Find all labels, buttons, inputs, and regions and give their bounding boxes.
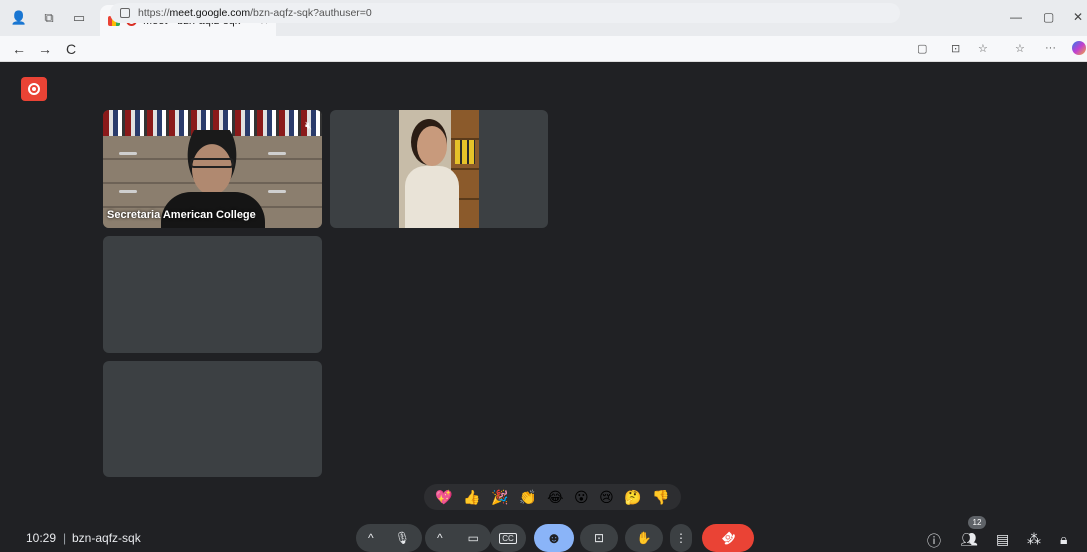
- favorite-star-icon[interactable]: ☆: [978, 42, 988, 55]
- participant-tile-4[interactable]: [103, 361, 322, 477]
- copilot-icon[interactable]: [1072, 41, 1086, 55]
- workspaces-icon[interactable]: ⧉: [38, 7, 60, 29]
- maximize-button[interactable]: ▢: [1043, 10, 1054, 24]
- forward-button[interactable]: →: [32, 41, 58, 57]
- captions-icon: CC: [499, 532, 517, 544]
- camera-icon[interactable]: ▭: [468, 531, 479, 545]
- present-button[interactable]: ⊡: [580, 524, 618, 552]
- close-window-button[interactable]: ✕: [1073, 10, 1083, 24]
- mic-control-group: ^ 🎙: [356, 524, 422, 552]
- back-button[interactable]: ←: [6, 41, 32, 57]
- url-host: meet.google.com: [169, 7, 251, 19]
- audio-options-chevron-icon[interactable]: ^: [368, 531, 374, 545]
- meeting-time: 10:29: [26, 531, 57, 545]
- reactions-bar: 💖 👍 🎉 👏 😂 😮 😢 🤔 👎: [424, 484, 681, 510]
- participant-tile-3[interactable]: [103, 236, 322, 353]
- url-prefix: https://: [138, 7, 170, 19]
- reload-button[interactable]: C: [58, 41, 84, 57]
- reader-icon[interactable]: ⊡: [951, 42, 960, 55]
- meeting-info-icon[interactable]: ⓘ: [927, 531, 941, 551]
- meeting-code: bzn-aqfz-sqk: [72, 531, 141, 545]
- reaction-surprised[interactable]: 😮: [574, 490, 589, 504]
- host-controls-icon[interactable]: 🔒︎: [1060, 531, 1067, 548]
- reaction-laugh[interactable]: 😂: [547, 490, 563, 504]
- camera-control-group: ^ ▭: [425, 524, 491, 552]
- reaction-sad[interactable]: 😢: [599, 490, 614, 504]
- more-options-button[interactable]: ⋮: [670, 524, 692, 552]
- site-info-icon[interactable]: [120, 8, 130, 18]
- minimize-button[interactable]: —: [1010, 10, 1022, 24]
- participant-video: [399, 110, 479, 228]
- participant-name: Secretaria American College: [107, 209, 256, 221]
- mic-off-icon: 🔇︎: [305, 120, 312, 132]
- url-path: /bzn-aqfz-sqk?authuser=0: [250, 7, 372, 19]
- mic-icon[interactable]: 🎙: [395, 531, 410, 545]
- raise-hand-button[interactable]: ✋: [625, 524, 663, 552]
- participant-tile-1[interactable]: 🔇︎ Secretaria American College: [103, 110, 322, 228]
- reaction-thumbs-up[interactable]: 👍: [463, 490, 480, 504]
- participants-count-badge: 12: [968, 516, 986, 529]
- people-icon[interactable]: 👥︎: [960, 531, 978, 548]
- reaction-party[interactable]: 🎉: [491, 490, 508, 504]
- reaction-thumbs-down[interactable]: 👎: [652, 490, 669, 504]
- reaction-thinking[interactable]: 🤔: [624, 490, 641, 504]
- tab-actions-icon[interactable]: ▭: [68, 7, 90, 29]
- end-call-icon: ☎: [717, 527, 739, 549]
- activities-icon[interactable]: ⁂: [1027, 531, 1041, 548]
- address-input[interactable]: https://meet.google.com/bzn-aqfz-sqk?aut…: [110, 3, 900, 23]
- more-vert-icon: ⋮: [675, 531, 687, 545]
- present-icon: ⊡: [593, 531, 605, 545]
- hand-icon: ✋: [636, 531, 652, 545]
- end-call-button[interactable]: ☎: [702, 524, 754, 552]
- video-options-chevron-icon[interactable]: ^: [437, 531, 443, 545]
- emoji-icon: ☻: [546, 529, 562, 547]
- record-icon: [28, 83, 40, 95]
- recording-badge[interactable]: [21, 77, 47, 101]
- camera-in-use-icon[interactable]: ▢: [917, 42, 927, 55]
- reaction-clap[interactable]: 👏: [519, 490, 536, 504]
- captions-button[interactable]: CC: [490, 524, 526, 552]
- reaction-heart[interactable]: 💖: [435, 490, 452, 504]
- browser-menu-button[interactable]: ···: [1045, 42, 1056, 54]
- profile-icon[interactable]: 👤: [8, 7, 30, 29]
- chat-icon[interactable]: ▤: [996, 531, 1009, 548]
- favorites-icon[interactable]: ☆: [1015, 42, 1025, 55]
- divider: |: [63, 531, 67, 545]
- participant-tile-2[interactable]: [330, 110, 548, 228]
- reactions-button[interactable]: ☻: [534, 524, 574, 552]
